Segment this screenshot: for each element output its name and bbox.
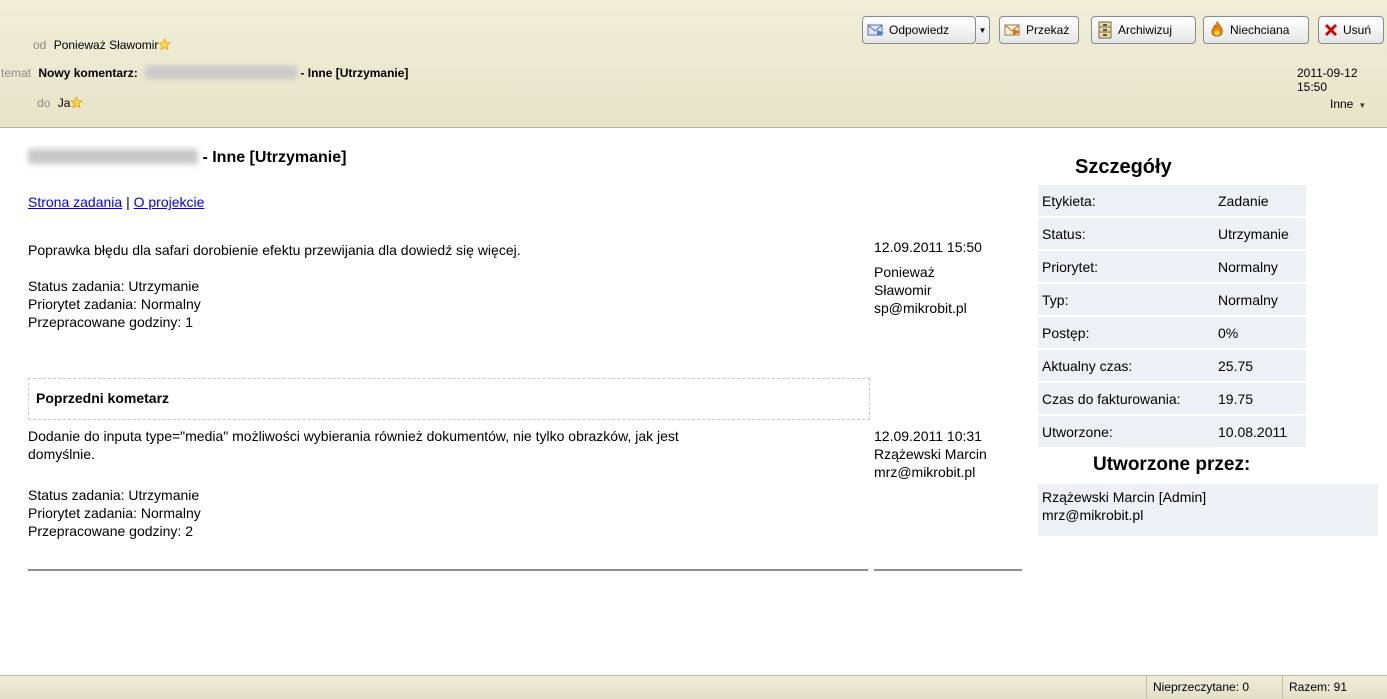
details-value: Utrzymanie [1214, 218, 1306, 249]
reply-dropdown-button[interactable]: ▼ [976, 16, 990, 44]
previous-priority: Priorytet zadania: Normalny [28, 505, 201, 521]
details-value: Normalny [1214, 251, 1306, 282]
created-by-name: Rzążewski Marcin [Admin] [1042, 489, 1207, 505]
previous-text-line2: domyślnie. [28, 446, 95, 462]
folder-dropdown[interactable]: Inne ▼ [1330, 97, 1366, 111]
details-row: Typ: Normalny [1038, 284, 1306, 315]
from-row: od Ponieważ Sławomir [33, 38, 172, 52]
message-header: od Ponieważ Sławomir temat Nowy komentar… [0, 0, 1387, 128]
archive-button[interactable]: Archiwizuj [1091, 16, 1196, 44]
previous-comment-heading: Poprzedni kometarz [36, 390, 170, 406]
to-name[interactable]: Ja [58, 96, 71, 110]
details-value: 10.08.2011 [1214, 416, 1306, 447]
total-count: Razem: 91 [1282, 676, 1353, 699]
comment-status: Status zadania: Utrzymanie [28, 278, 200, 294]
from-name[interactable]: Ponieważ Sławomir [54, 38, 159, 52]
details-row: Etykieta: Zadanie [1038, 185, 1306, 216]
previous-status: Status zadania: Utrzymanie [28, 487, 200, 503]
comment-priority: Priorytet zadania: Normalny [28, 296, 201, 312]
details-value: Zadanie [1214, 185, 1306, 216]
star-icon[interactable] [70, 96, 84, 109]
details-row: Aktualny czas: 25.75 [1038, 350, 1306, 381]
message-links: Strona zadania | O projekcie [28, 194, 204, 210]
details-table: Etykieta: Zadanie Status: Utrzymanie Prior… [1038, 183, 1306, 449]
star-icon[interactable] [158, 38, 172, 51]
archive-label: Archiwizuj [1118, 23, 1173, 37]
comment-email: sp@mikrobit.pl [874, 300, 967, 316]
details-row: Czas do fakturowania: 19.75 [1038, 383, 1306, 414]
comment-date: 12.09.2011 15:50 [874, 239, 982, 255]
divider [28, 569, 868, 571]
archive-icon [1098, 21, 1112, 39]
reply-label: Odpowiedz [889, 23, 950, 37]
previous-hours: Przepracowane godziny: 2 [28, 523, 193, 539]
details-key: Postęp: [1038, 317, 1214, 348]
subject-row: temat Nowy komentarz: - Inne [Utrzymanie… [1, 66, 408, 80]
details-key: Czas do fakturowania: [1038, 383, 1214, 414]
folder-label: Inne [1330, 97, 1354, 111]
details-row: Status: Utrzymanie [1038, 218, 1306, 249]
subject-suffix: - Inne [Utrzymanie] [300, 66, 409, 80]
page-title-suffix: - Inne [Utrzymanie] [198, 149, 347, 166]
forward-icon [1004, 24, 1021, 36]
forward-label: Przekaż [1026, 23, 1070, 37]
comment-hours: Przepracowane godziny: 1 [28, 314, 193, 330]
message-date: 2011-09-12 15:50 [1297, 66, 1358, 94]
junk-button[interactable]: Niechciana [1203, 16, 1309, 44]
comment-author-line2: Sławomir [874, 282, 932, 298]
subject-label: temat [1, 66, 32, 80]
to-label: do [37, 96, 51, 110]
chevron-down-icon: ▼ [1358, 101, 1367, 110]
details-key: Typ: [1038, 284, 1214, 315]
previous-email: mrz@mikrobit.pl [874, 464, 976, 480]
previous-author: Rzążewski Marcin [874, 446, 987, 462]
details-row: Postęp: 0% [1038, 317, 1306, 348]
status-bar: Nieprzeczytane: 0 Razem: 91 [0, 675, 1387, 699]
created-by-box: Rzążewski Marcin [Admin] mrz@mikrobit.pl [1038, 484, 1378, 536]
task-page-link[interactable]: Strona zadania [28, 194, 122, 210]
unread-count: Nieprzeczytane: 0 [1146, 676, 1255, 699]
previous-date: 12.09.2011 10:31 [874, 428, 982, 444]
junk-icon [1211, 21, 1223, 37]
to-row: do Ja [37, 96, 84, 110]
chevron-down-icon: ▼ [978, 25, 987, 35]
details-row: Priorytet: Normalny [1038, 251, 1306, 282]
subject-prefix: Nowy komentarz: [38, 66, 138, 80]
page-title: - Inne [Utrzymanie] [28, 149, 346, 167]
created-by-title: Utworzone przez: [1093, 454, 1251, 475]
redacted-project-name [28, 149, 198, 164]
details-value: 19.75 [1214, 383, 1306, 414]
details-key: Aktualny czas: [1038, 350, 1214, 381]
reply-icon [867, 24, 884, 36]
details-title: Szczegóły [1075, 156, 1172, 178]
previous-text-line1: Dodanie do inputa type="media" możliwośc… [28, 428, 679, 444]
details-value: 0% [1214, 317, 1306, 348]
created-by-email: mrz@mikrobit.pl [1042, 507, 1144, 523]
project-link[interactable]: O projekcie [134, 194, 205, 210]
comment-text: Poprawka błędu dla safari dorobienie efe… [28, 242, 521, 258]
links-separator: | [126, 194, 130, 210]
divider [874, 569, 1022, 571]
details-row: Utworzone: 10.08.2011 [1038, 416, 1306, 447]
forward-button[interactable]: Przekaż [999, 16, 1079, 44]
reply-button[interactable]: Odpowiedz [862, 16, 976, 44]
details-key: Status: [1038, 218, 1214, 249]
details-value: 25.75 [1214, 350, 1306, 381]
delete-label: Usuń [1343, 23, 1372, 37]
delete-icon [1325, 24, 1337, 36]
comment-author-line1: Ponieważ [874, 264, 935, 280]
delete-button[interactable]: Usuń [1318, 16, 1384, 44]
from-label: od [33, 38, 47, 52]
redacted-project-name [145, 66, 298, 79]
details-key: Etykieta: [1038, 185, 1214, 216]
details-value: Normalny [1214, 284, 1306, 315]
junk-label: Niechciana [1230, 23, 1290, 37]
details-key: Priorytet: [1038, 251, 1214, 282]
details-key: Utworzone: [1038, 416, 1214, 447]
